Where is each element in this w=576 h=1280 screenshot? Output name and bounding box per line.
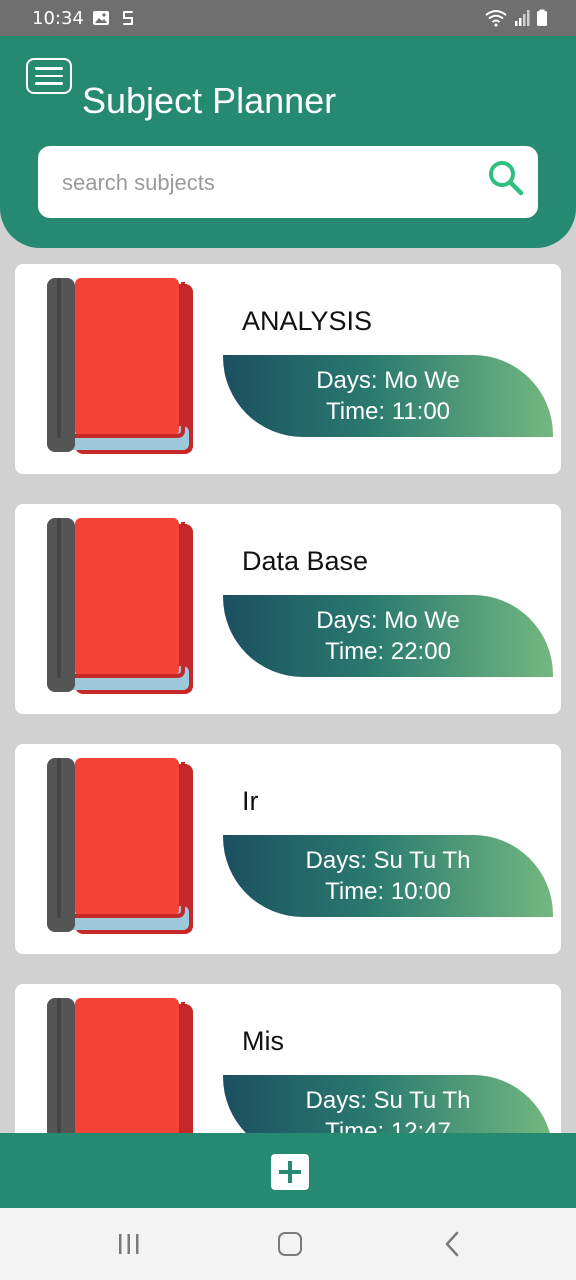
subject-list: ANALYSIS Days: Mo We Time: 11:00 Data Ba…	[0, 248, 576, 1134]
subject-card[interactable]: Data Base Days: Mo We Time: 22:00	[15, 504, 561, 714]
subject-card[interactable]: ANALYSIS Days: Mo We Time: 11:00	[15, 264, 561, 474]
page-title: Subject Planner	[82, 80, 337, 121]
schedule-days: Days: Su Tu Th	[305, 847, 471, 874]
status-system-icons	[484, 9, 548, 27]
schedule-time: Time: 22:00	[325, 638, 451, 665]
schedule-days: Days: Mo We	[316, 607, 460, 634]
subject-card[interactable]: Mis Days: Su Tu Th Time: 12:47	[15, 984, 561, 1134]
schedule-badge: Days: Mo We Time: 22:00	[223, 595, 553, 677]
battery-icon	[537, 9, 547, 26]
image-icon	[93, 11, 109, 25]
status-time: 10:34	[32, 8, 84, 29]
cell-signal-icon	[515, 10, 530, 26]
book-icon	[47, 518, 193, 694]
status-bar: 10:34	[0, 0, 576, 36]
bottom-action-bar	[0, 1133, 576, 1208]
subject-card[interactable]: Ir Days: Su Tu Th Time: 10:00	[15, 744, 561, 954]
schedule-badge: Days: Su Tu Th Time: 10:00	[223, 835, 553, 917]
book-icon	[47, 998, 193, 1134]
wifi-icon	[485, 10, 507, 27]
subject-name: Data Base	[242, 546, 369, 576]
book-icon	[47, 278, 193, 454]
add-subject-button[interactable]	[271, 1154, 309, 1190]
search-input[interactable]	[60, 160, 464, 206]
menu-icon-line	[35, 67, 63, 70]
recents-icon[interactable]	[116, 1232, 142, 1256]
search-icon[interactable]	[486, 158, 526, 198]
home-icon[interactable]	[278, 1232, 302, 1256]
menu-icon-line	[35, 74, 63, 78]
schedule-badge: Days: Mo We Time: 11:00	[223, 355, 553, 437]
schedule-time: Time: 12:47	[325, 1118, 451, 1134]
search-box	[38, 146, 538, 218]
subject-name: Ir	[242, 786, 259, 816]
status-notification-icons	[92, 9, 136, 27]
back-icon[interactable]	[442, 1230, 462, 1258]
schedule-time: Time: 11:00	[325, 398, 451, 425]
menu-button[interactable]	[26, 58, 72, 94]
schedule-time: Time: 10:00	[325, 878, 451, 905]
subject-name: ANALYSIS	[242, 306, 373, 336]
app-header: Subject Planner	[0, 36, 576, 248]
schedule-badge: Days: Su Tu Th Time: 12:47	[223, 1075, 553, 1134]
signal-app-icon	[123, 11, 133, 25]
menu-icon-line	[35, 82, 63, 85]
subject-name: Mis	[242, 1026, 284, 1056]
schedule-days: Days: Su Tu Th	[305, 1087, 471, 1114]
schedule-days: Days: Mo We	[316, 367, 460, 394]
system-nav-bar	[0, 1208, 576, 1280]
book-icon	[47, 758, 193, 934]
